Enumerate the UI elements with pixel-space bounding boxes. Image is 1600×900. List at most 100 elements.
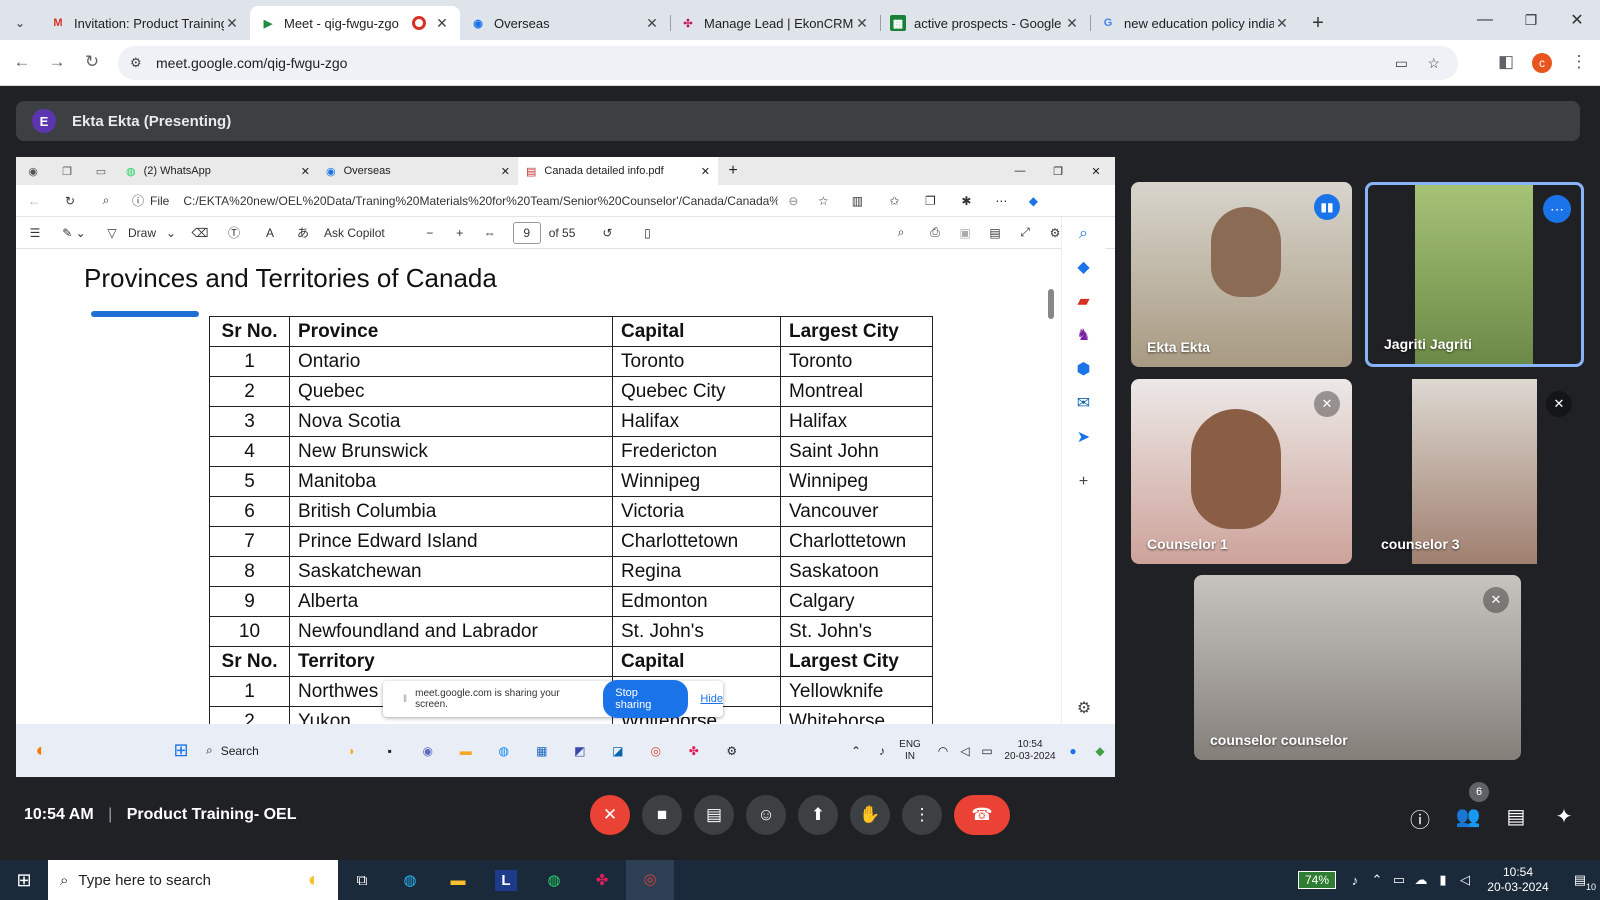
search-icon[interactable]: ⌕ bbox=[1062, 217, 1105, 251]
slack-icon[interactable]: ✤ bbox=[578, 871, 626, 889]
url-bar[interactable]: ⚙ meet.google.com/qig-fwgu-zgo ▭ ☆ bbox=[118, 46, 1458, 80]
outlook-icon[interactable]: ◪ bbox=[599, 744, 637, 758]
tab-sheets[interactable]: ▦ active prospects - Google Sh ✕ bbox=[880, 6, 1090, 40]
settings-icon[interactable]: ⚙ bbox=[713, 744, 751, 758]
highlight-icon[interactable]: ✎ ⌄ bbox=[54, 226, 94, 240]
draw-icon[interactable]: ▽ bbox=[102, 226, 122, 240]
search-icon[interactable]: ⌕ bbox=[882, 225, 920, 240]
tab-meet[interactable]: ▶ Meet - qig-fwgu-zgo ✕ bbox=[250, 6, 460, 40]
close-icon[interactable]: ✕ bbox=[1064, 15, 1080, 32]
collections-icon[interactable]: ❐ bbox=[912, 194, 948, 208]
camera-toggle-button[interactable]: ■ bbox=[642, 795, 682, 835]
clock[interactable]: 10:54 20-03-2024 bbox=[999, 739, 1061, 763]
new-tab-icon[interactable]: + bbox=[718, 162, 748, 180]
settings-icon[interactable]: ⚙ bbox=[1062, 698, 1106, 718]
hide-link[interactable]: Hide bbox=[700, 693, 723, 705]
camera-icon[interactable]: ▭ bbox=[1395, 46, 1408, 80]
people-button[interactable]: 👥 6 bbox=[1455, 782, 1489, 829]
file-icon[interactable]: ▪ bbox=[371, 744, 409, 758]
eraser-icon[interactable]: ⌫ bbox=[184, 226, 216, 240]
activities-button[interactable]: ✦ bbox=[1551, 804, 1577, 829]
reload-icon[interactable]: ↻ bbox=[52, 194, 88, 208]
meeting-details-button[interactable]: ⓘ bbox=[1407, 804, 1433, 833]
games-icon[interactable]: ♞ bbox=[1062, 319, 1105, 353]
translate-icon[interactable]: あ bbox=[288, 224, 318, 241]
restore-button[interactable]: ❐ bbox=[1508, 0, 1554, 40]
taskbar-search-box[interactable]: ⌕ Type here to search ◐ bbox=[48, 860, 338, 900]
whatsapp-icon[interactable]: ◍ bbox=[530, 871, 578, 889]
notification-icon[interactable]: ● bbox=[1061, 744, 1085, 758]
edge-tab-overseas[interactable]: ◉ Overseas ✕ bbox=[318, 157, 518, 185]
back-icon[interactable]: ← bbox=[11, 52, 33, 72]
notifications-icon[interactable]: ▤ 10 bbox=[1560, 872, 1600, 892]
favorites-icon[interactable]: ✩ bbox=[876, 194, 912, 208]
rotate-icon[interactable]: ↺ bbox=[587, 226, 627, 240]
minimize-button[interactable]: — bbox=[1462, 0, 1508, 40]
menu-icon[interactable]: ⋮ bbox=[1568, 52, 1590, 72]
bookmark-star-icon[interactable]: ☆ bbox=[1427, 46, 1440, 80]
close-icon[interactable]: ✕ bbox=[1274, 15, 1290, 32]
reactions-button[interactable]: ☺ bbox=[746, 795, 786, 835]
print-icon[interactable]: ⎙ bbox=[920, 225, 950, 240]
edge-icon[interactable]: ◍ bbox=[386, 871, 434, 889]
new-tab-button[interactable]: + bbox=[1300, 6, 1336, 40]
fullscreen-icon[interactable]: ⤢ bbox=[1010, 225, 1040, 240]
participant-tile[interactable]: ✕ counselor counselor bbox=[1194, 575, 1521, 760]
raise-hand-button[interactable]: ✋ bbox=[850, 795, 890, 835]
chrome-icon[interactable]: ◎ bbox=[637, 744, 675, 758]
collections-icon[interactable]: ❐ bbox=[50, 165, 84, 178]
battery-icon[interactable]: ▭ bbox=[975, 744, 999, 758]
search-icon[interactable]: ⌕ bbox=[88, 193, 124, 208]
ask-copilot-button[interactable]: Ask Copilot bbox=[324, 226, 385, 240]
profile-icon[interactable]: ◉ bbox=[16, 165, 50, 178]
favorite-star-icon[interactable]: ☆ bbox=[808, 194, 838, 208]
mic-icon[interactable]: ♪ bbox=[1344, 873, 1366, 888]
back-icon[interactable]: ← bbox=[16, 194, 52, 208]
taskbar-search-input[interactable]: Search bbox=[221, 744, 331, 758]
outlook-icon[interactable]: ✉ bbox=[1062, 387, 1105, 421]
chevron-up-icon[interactable]: ⌃ bbox=[843, 744, 869, 758]
microsoft-365-icon[interactable]: ⬢ bbox=[1062, 353, 1105, 387]
leave-call-button[interactable]: ☎ bbox=[954, 795, 1010, 835]
copilot-icon[interactable]: ◆ bbox=[1018, 194, 1048, 208]
read-aloud-icon[interactable]: A bbox=[252, 226, 288, 240]
extensions-icon[interactable]: ✱ bbox=[948, 194, 984, 208]
save-as-icon[interactable]: ▤ bbox=[980, 226, 1010, 240]
display-icon[interactable]: ▭ bbox=[1388, 872, 1410, 888]
shopping-icon[interactable]: ◆ bbox=[1062, 251, 1105, 285]
search-icon[interactable]: ⌕ bbox=[206, 743, 213, 758]
chat-icon[interactable]: ◉ bbox=[409, 744, 447, 758]
profile-avatar[interactable]: c bbox=[1532, 53, 1552, 73]
tab-overseas[interactable]: ◉ Overseas ✕ bbox=[460, 6, 670, 40]
contents-icon[interactable]: ☰ bbox=[16, 226, 54, 240]
more-icon[interactable]: ⋯ bbox=[984, 194, 1018, 208]
participant-tile[interactable]: ⋯ Jagriti Jagriti bbox=[1365, 182, 1584, 367]
close-icon[interactable]: ✕ bbox=[854, 15, 870, 32]
add-icon[interactable]: + bbox=[1062, 455, 1105, 509]
participant-tile[interactable]: ✕ counselor 3 bbox=[1365, 379, 1584, 564]
reload-icon[interactable]: ↻ bbox=[81, 52, 103, 72]
close-icon[interactable]: ✕ bbox=[501, 165, 510, 178]
side-panel-icon[interactable]: ◧ bbox=[1495, 52, 1517, 72]
volume-icon[interactable]: ◁ bbox=[955, 744, 975, 758]
forward-icon[interactable]: → bbox=[46, 52, 68, 72]
clock[interactable]: 10:54 20-03-2024 bbox=[1476, 865, 1560, 895]
edge-tab-whatsapp[interactable]: ◍ (2) WhatsApp ✕ bbox=[118, 157, 318, 185]
draw-button[interactable]: Draw bbox=[128, 226, 156, 240]
close-window-button[interactable]: ✕ bbox=[1554, 0, 1600, 40]
edge-icon[interactable]: ◍ bbox=[485, 744, 523, 758]
tab-actions-icon[interactable]: ▭ bbox=[84, 165, 118, 178]
tab-search-button[interactable]: ⌄ bbox=[0, 6, 40, 40]
file-explorer-icon[interactable]: ▬ bbox=[434, 872, 482, 889]
widgets-icon[interactable]: ◑ bbox=[331, 744, 371, 758]
chrome-icon[interactable]: ◎ bbox=[626, 860, 674, 900]
windows-start-icon[interactable]: ⊞ bbox=[0, 870, 48, 891]
close-icon[interactable]: ✕ bbox=[301, 165, 310, 178]
zoom-in-button[interactable]: + bbox=[445, 226, 475, 240]
chat-button[interactable]: ▤ bbox=[1503, 804, 1529, 829]
more-options-button[interactable]: ⋮ bbox=[902, 795, 942, 835]
language-indicator[interactable]: ENG IN bbox=[895, 739, 925, 763]
participant-tile[interactable]: ✕ Counselor 1 bbox=[1131, 379, 1352, 564]
close-icon[interactable]: ✕ bbox=[701, 165, 710, 178]
zoom-out-button[interactable]: − bbox=[415, 226, 445, 240]
